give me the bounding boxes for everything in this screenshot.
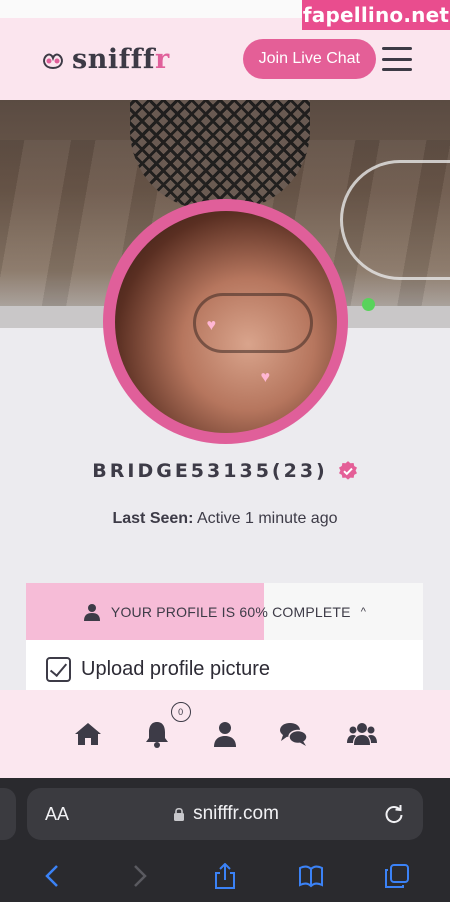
group-icon: [346, 723, 377, 745]
book-icon: [299, 865, 323, 888]
chevron-right-icon: [134, 865, 147, 887]
share-button[interactable]: [209, 860, 241, 892]
logo-text: snifffr: [72, 44, 170, 75]
nav-notifications[interactable]: 0: [137, 702, 191, 754]
heart-sticker-icon: ♥: [206, 316, 217, 334]
forward-button[interactable]: [123, 860, 155, 892]
lock-icon: [174, 807, 185, 821]
last-seen: Last Seen: Active 1 minute ago: [0, 510, 450, 528]
nav-chat[interactable]: [273, 714, 313, 754]
address-bar[interactable]: AA snifffr.com: [27, 788, 423, 840]
share-icon: [215, 863, 235, 889]
site-header: snifffr Join Live Chat: [0, 18, 450, 100]
last-seen-value: Active 1 minute ago: [196, 510, 338, 527]
task-label: Upload profile picture: [81, 658, 270, 680]
task-checkbox[interactable]: [46, 657, 71, 682]
browser-chrome: AA snifffr.com: [0, 778, 450, 902]
chat-bubbles-icon: [280, 723, 309, 746]
url-display[interactable]: snifffr.com: [69, 803, 383, 825]
username: BRIDGE53135(23): [92, 460, 328, 482]
chevron-left-icon: [45, 865, 58, 887]
reload-icon[interactable]: [383, 803, 405, 825]
previous-tab-peek[interactable]: [0, 788, 16, 840]
home-icon: [75, 723, 102, 745]
verified-badge-icon: [338, 461, 357, 480]
online-status-indicator: [362, 298, 375, 311]
chevron-up-icon[interactable]: ^: [361, 606, 366, 618]
bookmarks-button[interactable]: [295, 860, 327, 892]
bell-icon: [145, 722, 168, 748]
avatar-ring[interactable]: ♥ ♥: [103, 199, 348, 444]
task-upload-profile-picture[interactable]: Upload profile picture: [46, 657, 270, 682]
user-icon: [83, 603, 100, 621]
browser-toolbar: [0, 850, 450, 902]
profile-progress-header: YOUR PROFILE IS 60% COMPLETE ^: [26, 583, 423, 640]
site-logo[interactable]: snifffr: [40, 44, 170, 75]
nav-home[interactable]: [68, 714, 108, 754]
profile-completion-card: YOUR PROFILE IS 60% COMPLETE ^ Upload pr…: [26, 583, 423, 693]
logo-icon: [43, 53, 63, 70]
notification-count-badge: 0: [170, 702, 191, 722]
profile-progress-bar[interactable]: YOUR PROFILE IS 60% COMPLETE ^: [26, 583, 423, 640]
logo-text-main: snifff: [72, 43, 155, 75]
nav-groups[interactable]: [342, 714, 382, 754]
username-row: BRIDGE53135(23): [0, 460, 450, 482]
nav-profile[interactable]: [205, 714, 245, 754]
user-icon: [213, 722, 236, 747]
profile-progress-text: YOUR PROFILE IS 60% COMPLETE: [110, 603, 351, 620]
join-live-chat-button[interactable]: Join Live Chat: [242, 39, 376, 79]
heart-sticker-icon: ♥: [260, 368, 271, 386]
bottom-nav: 0: [0, 690, 450, 778]
menu-icon[interactable]: [382, 47, 412, 71]
avatar: ♥ ♥: [114, 210, 337, 433]
text-size-button[interactable]: AA: [45, 804, 69, 825]
logo-text-accent: r: [154, 43, 170, 75]
back-button[interactable]: [37, 860, 69, 892]
tabs-button[interactable]: [381, 860, 413, 892]
watermark: fapellino.net: [302, 0, 450, 30]
last-seen-label: Last Seen:: [112, 510, 194, 527]
url-text: snifffr.com: [193, 803, 279, 824]
tabs-icon: [385, 864, 409, 888]
